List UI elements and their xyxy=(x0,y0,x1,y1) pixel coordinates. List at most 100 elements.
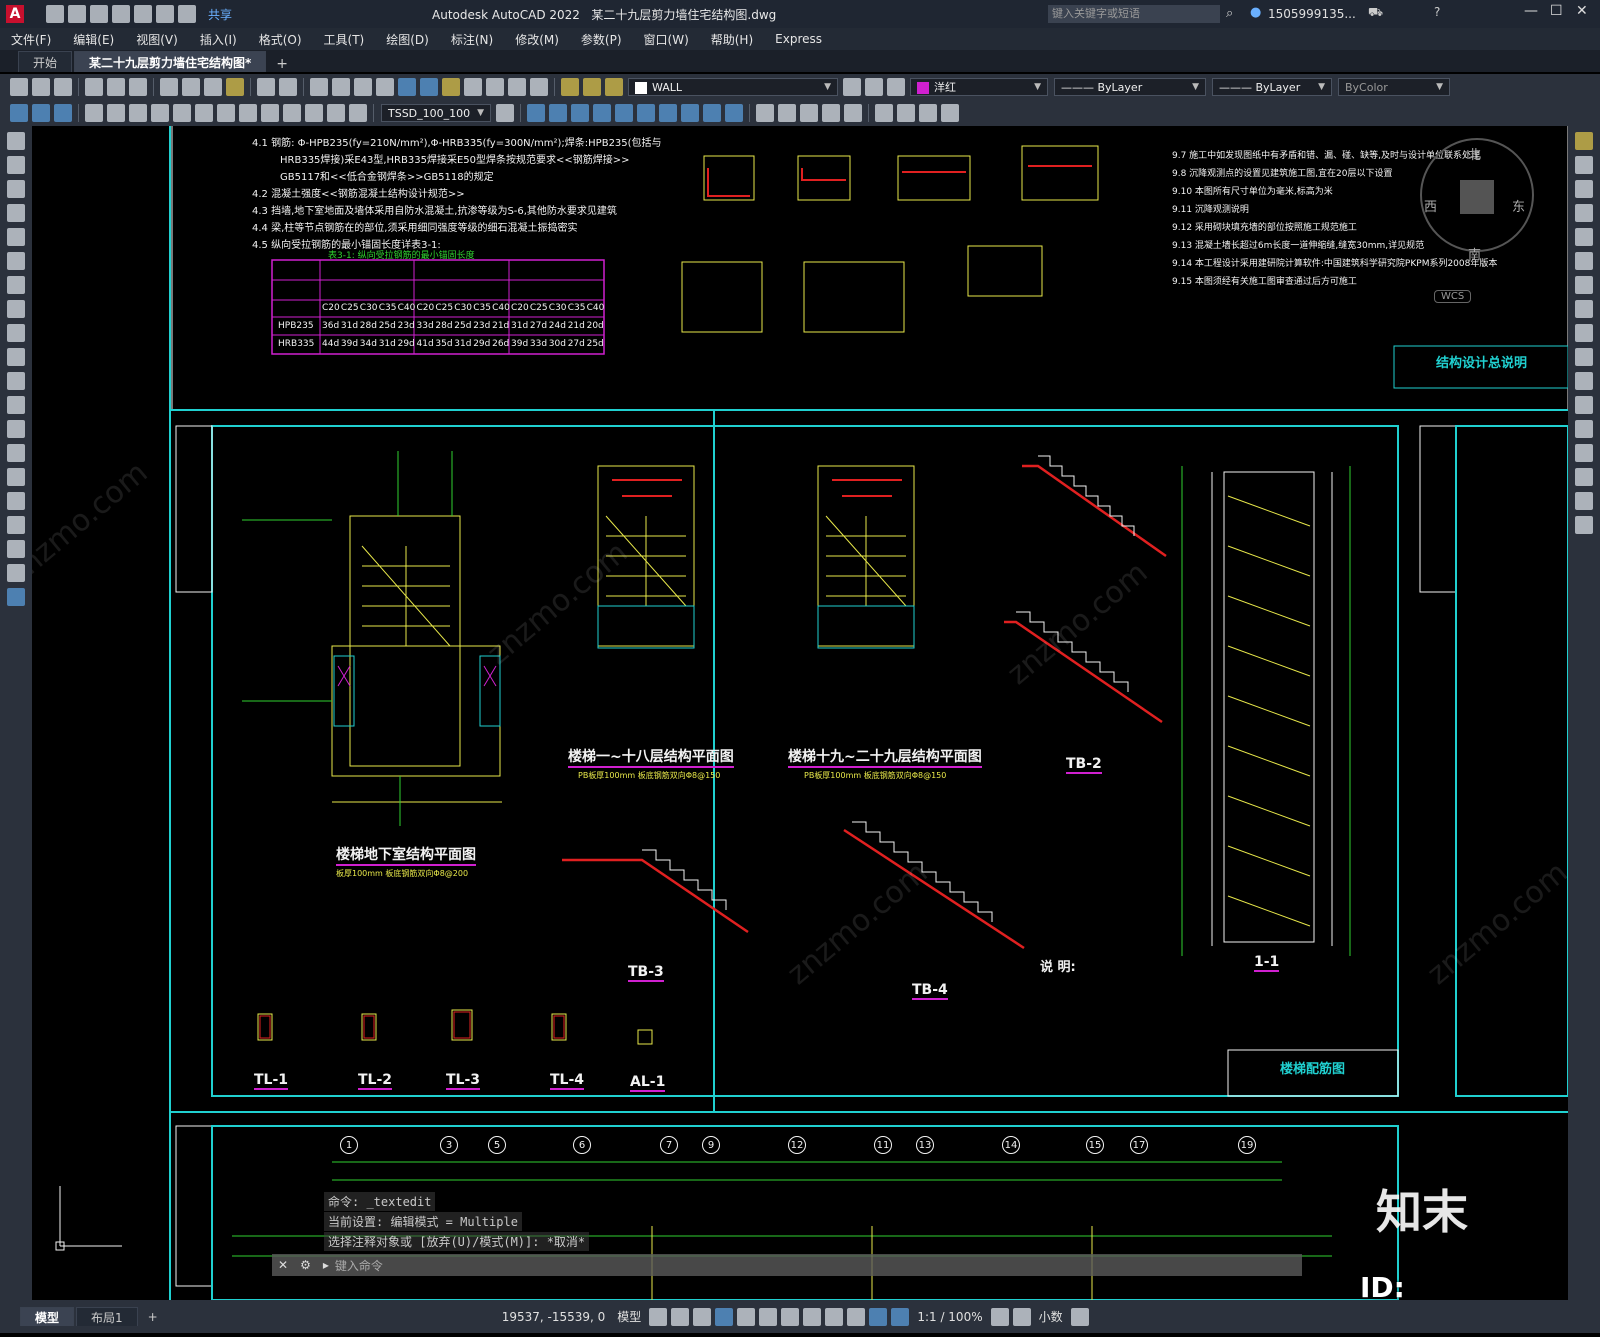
baseline-icon[interactable] xyxy=(261,104,279,122)
plus-icon[interactable] xyxy=(1012,1307,1031,1326)
scale-icon[interactable] xyxy=(1575,300,1593,318)
plot-icon[interactable] xyxy=(134,5,152,23)
wcs-label[interactable]: WCS xyxy=(1434,290,1472,303)
menu-view[interactable]: 视图(V) xyxy=(125,31,189,48)
menu-format[interactable]: 格式(O) xyxy=(248,31,313,48)
units-display[interactable]: 小数 xyxy=(1039,1308,1063,1325)
menu-draw[interactable]: 绘图(D) xyxy=(375,31,440,48)
layer-lock-icon[interactable] xyxy=(605,78,623,96)
copy-icon[interactable] xyxy=(182,78,200,96)
add-layout-icon[interactable]: + xyxy=(140,1310,166,1324)
view-back-icon[interactable] xyxy=(637,104,655,122)
view-se-icon[interactable] xyxy=(681,104,699,122)
tssd-icon-2[interactable] xyxy=(32,104,50,122)
mirror-icon[interactable] xyxy=(1575,180,1593,198)
publish-icon[interactable] xyxy=(129,78,147,96)
arc-icon[interactable] xyxy=(7,252,25,270)
polar-icon[interactable] xyxy=(715,1307,734,1326)
make-block-icon[interactable] xyxy=(7,420,25,438)
rotate-icon[interactable] xyxy=(1575,276,1593,294)
tab-layout1[interactable]: 布局1 xyxy=(76,1307,138,1326)
menu-tools[interactable]: 工具(T) xyxy=(313,31,376,48)
share-button[interactable]: 共享 xyxy=(208,6,232,23)
array-icon[interactable] xyxy=(1575,228,1593,246)
menu-modify[interactable]: 修改(M) xyxy=(504,31,570,48)
drawing-canvas[interactable]: 1 3 5 6 7 9 12 11 13 14 15 17 19 4.1 钢筋: Φ-HPB235(fy… xyxy=(32,126,1568,1300)
continue-icon[interactable] xyxy=(283,104,301,122)
grid-icon[interactable] xyxy=(649,1307,668,1326)
command-prompt-icon[interactable]: ▸ xyxy=(317,1258,335,1272)
gradient-icon[interactable] xyxy=(7,492,25,510)
osnap-icon[interactable] xyxy=(781,1307,800,1326)
view-ne-icon[interactable] xyxy=(703,104,721,122)
new-tab-icon[interactable]: + xyxy=(268,56,296,72)
menu-dimension[interactable]: 标注(N) xyxy=(440,31,504,48)
shade-icon-3[interactable] xyxy=(800,104,818,122)
ucs-icon-1[interactable] xyxy=(875,104,893,122)
tab-model[interactable]: 模型 xyxy=(20,1307,75,1326)
lineweight-icon[interactable] xyxy=(803,1307,822,1326)
tool-palette-icon[interactable] xyxy=(442,78,460,96)
blend-icon[interactable] xyxy=(1575,492,1593,510)
shade-icon-5[interactable] xyxy=(844,104,862,122)
undo-icon[interactable] xyxy=(156,5,174,23)
lineweight-dropdown[interactable]: ——— ByLayer ▼ xyxy=(1212,78,1332,96)
view-bottom-icon[interactable] xyxy=(549,104,567,122)
annotation-scale[interactable]: 1:1 / 100% xyxy=(917,1310,982,1324)
preview-icon[interactable] xyxy=(107,78,125,96)
menu-help[interactable]: 帮助(H) xyxy=(700,31,764,48)
circle-icon[interactable] xyxy=(7,276,25,294)
sheet-set-icon[interactable] xyxy=(464,78,482,96)
compass-west[interactable]: 西 xyxy=(1424,196,1437,215)
view-front-icon[interactable] xyxy=(615,104,633,122)
match-properties-icon[interactable] xyxy=(226,78,244,96)
rectangle-icon[interactable] xyxy=(7,228,25,246)
make-current-icon[interactable] xyxy=(865,78,883,96)
explode-icon[interactable] xyxy=(1575,516,1593,534)
menu-express[interactable]: Express xyxy=(764,32,833,46)
command-input[interactable]: ✕ ⚙ ▸ 键入命令 xyxy=(272,1254,1302,1276)
menu-edit[interactable]: 编辑(E) xyxy=(62,31,125,48)
diameter-icon[interactable] xyxy=(195,104,213,122)
annotation-visibility-icon[interactable] xyxy=(869,1307,888,1326)
markup-icon[interactable] xyxy=(486,78,504,96)
save-as-icon[interactable] xyxy=(112,5,130,23)
construction-line-icon[interactable] xyxy=(7,156,25,174)
compass-north[interactable]: 北 xyxy=(1468,144,1481,163)
snap-icon[interactable] xyxy=(671,1307,690,1326)
open-icon[interactable] xyxy=(32,78,50,96)
radius-icon[interactable] xyxy=(173,104,191,122)
otrack-icon[interactable] xyxy=(759,1307,778,1326)
layer-on-icon[interactable] xyxy=(561,78,579,96)
polygon-icon[interactable] xyxy=(7,204,25,222)
user-name[interactable]: 1505999135... xyxy=(1268,7,1356,21)
calculator-icon[interactable] xyxy=(508,78,526,96)
search-input[interactable]: 键入关键字或短语 xyxy=(1048,5,1220,23)
cart-icon[interactable]: ⛟ xyxy=(1368,5,1383,21)
viewcube[interactable]: 北 东 西 南 xyxy=(1420,138,1534,263)
design-center-icon[interactable] xyxy=(420,78,438,96)
layer-manager-icon[interactable] xyxy=(843,78,861,96)
redo-icon[interactable] xyxy=(279,78,297,96)
viewcube-top-face[interactable] xyxy=(1460,180,1494,214)
trim-icon[interactable] xyxy=(1575,348,1593,366)
text-style-dropdown[interactable]: TSSD_100_100 ▼ xyxy=(381,104,491,122)
print-icon[interactable] xyxy=(85,78,103,96)
redo-icon[interactable] xyxy=(178,5,196,23)
workspace-icon[interactable] xyxy=(990,1307,1009,1326)
zoom-realtime-icon[interactable] xyxy=(332,78,350,96)
zoom-previous-icon[interactable] xyxy=(376,78,394,96)
selection-cycling-icon[interactable] xyxy=(847,1307,866,1326)
shade-icon-4[interactable] xyxy=(822,104,840,122)
autocad-logo-icon[interactable]: A xyxy=(6,5,24,23)
tab-drawing[interactable]: 某二十九层剪力墙住宅结构图* xyxy=(74,51,267,72)
tab-start[interactable]: 开始 xyxy=(18,51,73,72)
line-icon[interactable] xyxy=(7,132,25,150)
extend-icon[interactable] xyxy=(1575,372,1593,390)
customize-status-icon[interactable] xyxy=(1070,1307,1089,1326)
search-icon[interactable]: ⌕ xyxy=(1226,6,1233,21)
move-icon[interactable] xyxy=(1575,252,1593,270)
insert-block-icon[interactable] xyxy=(7,396,25,414)
revcloud-icon[interactable] xyxy=(7,300,25,318)
add-selected-icon[interactable] xyxy=(7,588,25,606)
